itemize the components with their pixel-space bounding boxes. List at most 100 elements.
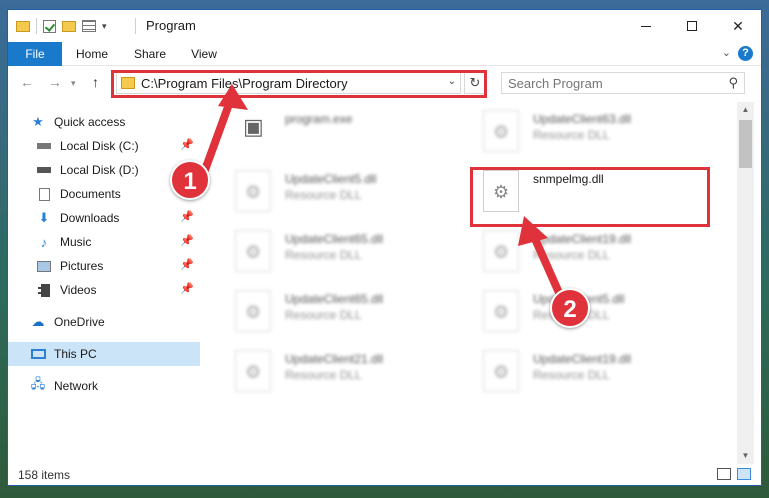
forward-arrow-icon[interactable]: → xyxy=(48,74,62,90)
sidebar-item-quick-access[interactable]: ★ Quick access xyxy=(8,110,200,134)
file-type: Resource DLL xyxy=(533,128,610,142)
scroll-down-icon[interactable]: ▼ xyxy=(737,448,754,464)
folder-icon xyxy=(16,20,30,32)
recent-chevron-icon[interactable]: ▾ xyxy=(71,78,76,89)
large-icons-view-icon[interactable] xyxy=(737,468,751,480)
help-icon[interactable]: ? xyxy=(738,46,753,61)
sidebar-item-network[interactable]: 🖧 Network xyxy=(8,374,200,398)
address-highlight-box xyxy=(111,70,487,98)
download-icon: ⬇ xyxy=(38,210,50,225)
sidebar-item-onedrive[interactable]: ☁ OneDrive xyxy=(8,310,200,334)
status-bar: 158 items xyxy=(8,464,761,485)
file-item[interactable]: ⚙ UpdateClient19.dll Resource DLL xyxy=(471,224,711,278)
file-item[interactable]: ⚙ UpdateClient63.dll Resource DLL xyxy=(471,104,711,158)
search-icon[interactable]: ⚲ xyxy=(728,75,738,91)
vertical-scrollbar[interactable]: ▲ ▼ xyxy=(737,102,754,464)
file-item[interactable]: ⚙ UpdateClient19.dll Resource DLL xyxy=(471,344,711,398)
file-item[interactable]: ⚙ UpdateClient5.dll Resource DLL xyxy=(471,284,711,338)
drive-icon xyxy=(36,163,52,177)
file-type: Resource DLL xyxy=(285,308,362,322)
details-view-icon[interactable] xyxy=(717,468,731,480)
file-type: Resource DLL xyxy=(533,248,610,262)
up-arrow-icon[interactable]: ↑ xyxy=(92,74,99,90)
sidebar-item-this-pc[interactable]: This PC xyxy=(8,342,200,366)
computer-icon xyxy=(30,347,46,361)
callout-badge-1: 1 xyxy=(170,160,210,200)
title-divider xyxy=(135,18,136,34)
quick-access-toolbar: ▾ xyxy=(16,18,107,34)
file-name: UpdateClient19.dll xyxy=(533,232,632,246)
sidebar-item-pictures[interactable]: Pictures 📌 xyxy=(8,254,200,278)
sidebar-item-label: Local Disk (D:) xyxy=(60,163,139,177)
file-item[interactable]: ▣ program.exe xyxy=(223,104,463,158)
file-name: UpdateClient5.dll xyxy=(285,172,377,186)
file-item[interactable]: ⚙ UpdateClient5.dll Resource DLL xyxy=(223,164,463,218)
application-icon: ▣ xyxy=(243,114,264,139)
window-controls: ✕ xyxy=(623,10,761,42)
gear-icon: ⚙ xyxy=(493,122,510,142)
gear-icon: ⚙ xyxy=(245,182,262,202)
item-count: 158 items xyxy=(18,468,71,482)
close-button[interactable]: ✕ xyxy=(715,10,761,42)
sidebar-item-downloads[interactable]: ⬇ Downloads 📌 xyxy=(8,206,200,230)
scroll-up-icon[interactable]: ▲ xyxy=(737,102,754,118)
maximize-button[interactable] xyxy=(669,10,715,42)
tab-share[interactable]: Share xyxy=(128,42,172,66)
scroll-thumb[interactable] xyxy=(739,120,752,168)
file-name: UpdateClient21.dll xyxy=(285,352,384,366)
close-icon: ✕ xyxy=(732,17,744,34)
properties-check-icon[interactable] xyxy=(43,19,56,33)
sidebar-item-videos[interactable]: Videos 📌 xyxy=(8,278,200,302)
sidebar-item-label: OneDrive xyxy=(54,315,105,329)
navigation-pane: ★ Quick access Local Disk (C:) 📌 Local D… xyxy=(8,102,204,464)
gear-icon: ⚙ xyxy=(245,362,262,382)
window-title: Program xyxy=(146,18,196,33)
sidebar-item-label: Downloads xyxy=(60,211,120,225)
pin-icon: 📌 xyxy=(180,139,194,151)
sidebar-item-label: Local Disk (C:) xyxy=(60,139,139,153)
maximize-icon xyxy=(687,21,697,31)
chevron-down-icon[interactable]: ▾ xyxy=(102,21,107,32)
sidebar-item-label: Videos xyxy=(60,283,97,297)
file-item[interactable]: ⚙ UpdateClient21.dll Resource DLL xyxy=(223,344,463,398)
gear-icon: ⚙ xyxy=(493,362,510,382)
file-type: Resource DLL xyxy=(285,368,362,382)
sidebar-item-local-disk-c[interactable]: Local Disk (C:) 📌 xyxy=(8,134,200,158)
file-item[interactable]: ⚙ UpdateClient65.dll Resource DLL xyxy=(223,224,463,278)
customize-icon[interactable] xyxy=(82,20,96,32)
new-folder-icon[interactable] xyxy=(62,20,76,32)
network-icon: 🖧 xyxy=(30,376,46,391)
file-name: UpdateClient65.dll xyxy=(285,292,384,306)
gear-icon: ⚙ xyxy=(245,242,262,262)
toolbar-divider xyxy=(36,18,37,34)
cloud-icon: ☁ xyxy=(31,314,45,329)
sidebar-item-music[interactable]: ♪ Music 📌 xyxy=(8,230,200,254)
file-name: UpdateClient63.dll xyxy=(533,112,632,126)
pin-icon: 📌 xyxy=(180,211,194,223)
back-arrow-icon[interactable]: ← xyxy=(20,74,34,90)
videos-icon xyxy=(36,283,52,297)
tab-home[interactable]: Home xyxy=(70,42,114,66)
search-box[interactable]: ⚲ xyxy=(501,72,745,94)
gear-icon: ⚙ xyxy=(245,302,262,322)
sidebar-item-label: Music xyxy=(60,235,92,249)
pin-icon: 📌 xyxy=(180,259,194,271)
pin-icon: 📌 xyxy=(180,283,194,295)
sidebar-item-label: Pictures xyxy=(60,259,104,273)
file-item[interactable]: ⚙ UpdateClient65.dll Resource DLL xyxy=(223,284,463,338)
gear-icon: ⚙ xyxy=(493,302,510,322)
pin-icon: 📌 xyxy=(180,235,194,247)
star-icon: ★ xyxy=(32,114,44,129)
file-type: Resource DLL xyxy=(533,368,610,382)
sidebar-item-label: Quick access xyxy=(54,115,126,129)
expand-ribbon-icon[interactable]: ⌄ xyxy=(722,46,731,59)
file-name: UpdateClient19.dll xyxy=(533,352,632,366)
tab-view[interactable]: View xyxy=(184,42,224,66)
sidebar-item-label: This PC xyxy=(54,347,97,361)
file-name: UpdateClient65.dll xyxy=(285,232,384,246)
search-input[interactable] xyxy=(508,75,708,91)
file-type: Resource DLL xyxy=(285,188,362,202)
music-icon: ♪ xyxy=(40,234,48,250)
minimize-icon xyxy=(641,25,651,27)
minimize-button[interactable] xyxy=(623,10,669,42)
